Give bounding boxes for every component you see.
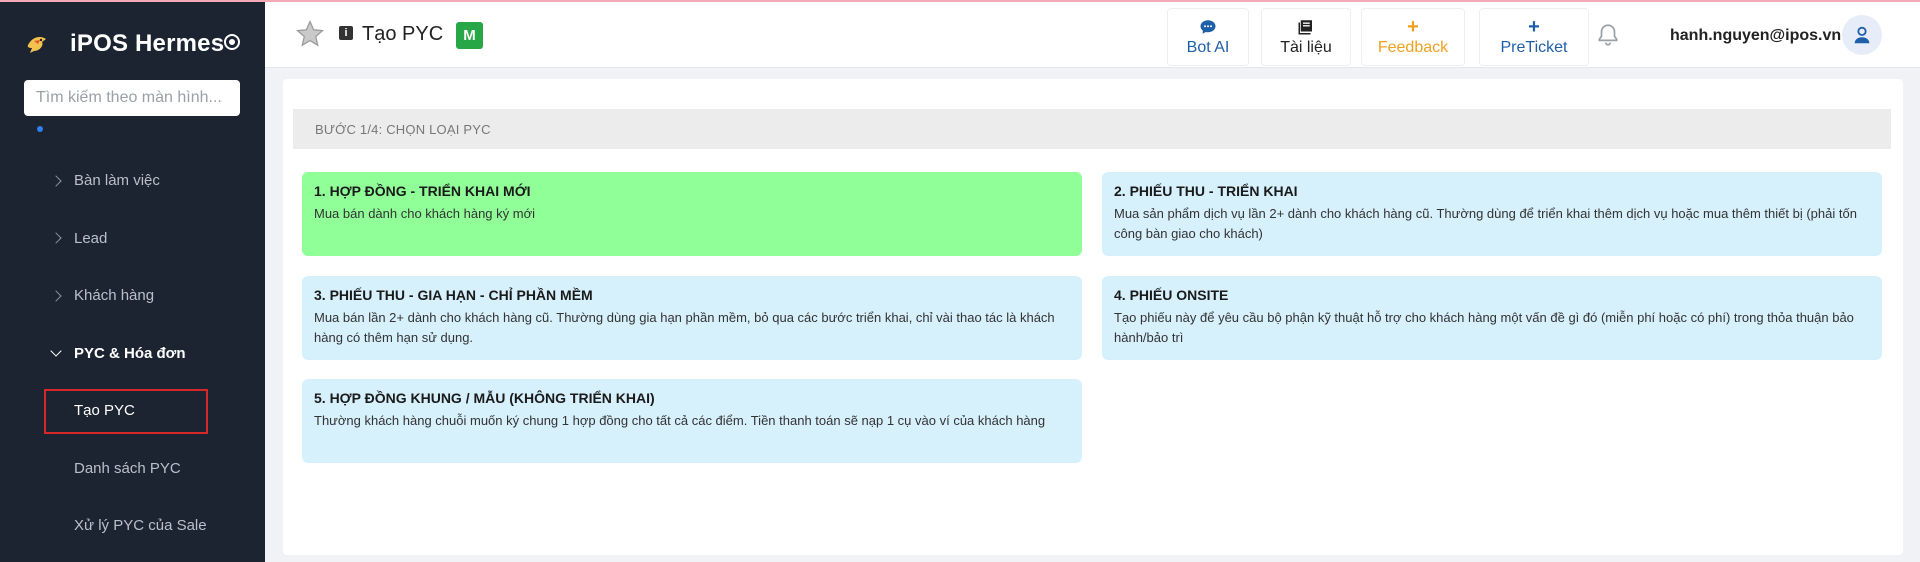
tai-lieu-label: Tài liệu <box>1280 39 1332 56</box>
sidebar-subitem-label: Xử lý PYC của Sale <box>74 517 207 535</box>
mode-badge: M <box>456 22 483 49</box>
card-desc: Thường khách hàng chuỗi muốn ký chung 1 … <box>314 413 1046 428</box>
user-avatar-icon[interactable] <box>1842 15 1882 55</box>
pyc-type-card-5[interactable]: 5. HỢP ĐỒNG KHUNG / MẪU (KHÔNG TRIỂN KHA… <box>302 379 1082 463</box>
top-header: i Tạo PYC M Bot AI Tài liệu + Feedback +… <box>265 2 1920 68</box>
sidebar-toggle-icon[interactable] <box>224 34 240 50</box>
book-icon <box>1297 17 1315 37</box>
card-desc: Mua sản phẩm dịch vụ lần 2+ dành cho khá… <box>1114 206 1857 241</box>
preticket-button[interactable]: + PreTicket <box>1479 8 1589 66</box>
feedback-button[interactable]: + Feedback <box>1361 8 1465 66</box>
bot-ai-label: Bot AI <box>1186 39 1230 56</box>
pyc-type-card-3[interactable]: 3. PHIẾU THU - GIA HẠN - CHỈ PHẦN MỀM Mu… <box>302 276 1082 360</box>
brand[interactable]: iPOS Hermes <box>24 26 224 62</box>
main-panel: BƯỚC 1/4: CHỌN LOẠI PYC 1. HỢP ĐỒNG - TR… <box>283 79 1903 555</box>
plus-icon: + <box>1407 16 1419 38</box>
bird-logo-icon <box>24 31 50 57</box>
sidebar: iPOS Hermes Bàn làm việc Lead Khách hàng… <box>0 2 265 562</box>
sidebar-subitem-danh-sach-pyc[interactable]: Danh sách PYC <box>0 440 265 498</box>
card-desc: Mua bán dành cho khách hàng ký mới <box>314 206 535 221</box>
sidebar-subitem-label: Danh sách PYC <box>74 459 181 477</box>
pyc-type-card-4[interactable]: 4. PHIẾU ONSITE Tạo phiếu này để yêu cầu… <box>1102 276 1882 360</box>
sidebar-item-label: Khách hàng <box>74 287 155 305</box>
card-title: 5. HỢP ĐỒNG KHUNG / MẪU (KHÔNG TRIỂN KHA… <box>314 390 655 406</box>
sidebar-item-label: Lead <box>74 229 108 247</box>
bot-ai-button[interactable]: Bot AI <box>1167 8 1249 66</box>
sidebar-search-input[interactable] <box>24 80 240 116</box>
tai-lieu-button[interactable]: Tài liệu <box>1261 8 1351 66</box>
chevron-down-icon <box>50 345 62 357</box>
brand-name: iPOS Hermes <box>70 30 225 57</box>
card-title: 2. PHIẾU THU - TRIỂN KHAI <box>1114 183 1298 199</box>
sidebar-nav: Bàn làm việc Lead Khách hàng PYC & Hóa đ… <box>0 152 265 555</box>
page-title: Tạo PYC <box>362 23 444 45</box>
sidebar-item-label: PYC & Hóa đơn <box>74 344 186 362</box>
sidebar-item-ban-lam-viec[interactable]: Bàn làm việc <box>0 152 265 210</box>
selection-highlight-box <box>44 389 208 434</box>
preticket-label: PreTicket <box>1500 39 1568 56</box>
plus-icon: + <box>1528 16 1540 38</box>
card-title: 4. PHIẾU ONSITE <box>1114 287 1229 303</box>
card-desc: Mua bán lần 2+ dành cho khách hàng cũ. T… <box>314 310 1055 345</box>
chevron-right-icon <box>50 175 62 187</box>
chevron-right-icon <box>50 290 62 302</box>
sidebar-item-label: Bàn làm việc <box>74 172 160 190</box>
sidebar-subitem-tao-pyc[interactable]: Tạo PYC <box>0 382 265 440</box>
scroll-dot-icon <box>37 126 43 132</box>
step-indicator: BƯỚC 1/4: CHỌN LOẠI PYC <box>293 109 1891 149</box>
info-icon[interactable]: i <box>339 26 353 40</box>
card-title: 1. HỢP ĐỒNG - TRIỂN KHAI MỚI <box>314 183 531 199</box>
user-email[interactable]: hanh.nguyen@ipos.vn <box>1670 27 1841 45</box>
sidebar-item-pyc-hoa-don[interactable]: PYC & Hóa đơn <box>0 325 265 383</box>
feedback-label: Feedback <box>1377 39 1449 56</box>
pyc-type-card-1[interactable]: 1. HỢP ĐỒNG - TRIỂN KHAI MỚI Mua bán dàn… <box>302 172 1082 256</box>
card-desc: Tạo phiếu này để yêu cầu bộ phận kỹ thuậ… <box>1114 310 1854 345</box>
pyc-type-card-2[interactable]: 2. PHIẾU THU - TRIỂN KHAI Mua sản phẩm d… <box>1102 172 1882 256</box>
notification-bell-icon[interactable] <box>1595 22 1621 48</box>
card-title: 3. PHIẾU THU - GIA HẠN - CHỈ PHẦN MỀM <box>314 287 593 303</box>
favorite-star-icon[interactable] <box>295 19 325 49</box>
sidebar-item-lead[interactable]: Lead <box>0 210 265 268</box>
chevron-right-icon <box>50 232 62 244</box>
chat-bubble-icon <box>1199 17 1217 37</box>
sidebar-item-khach-hang[interactable]: Khách hàng <box>0 267 265 325</box>
sidebar-subitem-xu-ly-pyc[interactable]: Xử lý PYC của Sale <box>0 497 265 555</box>
